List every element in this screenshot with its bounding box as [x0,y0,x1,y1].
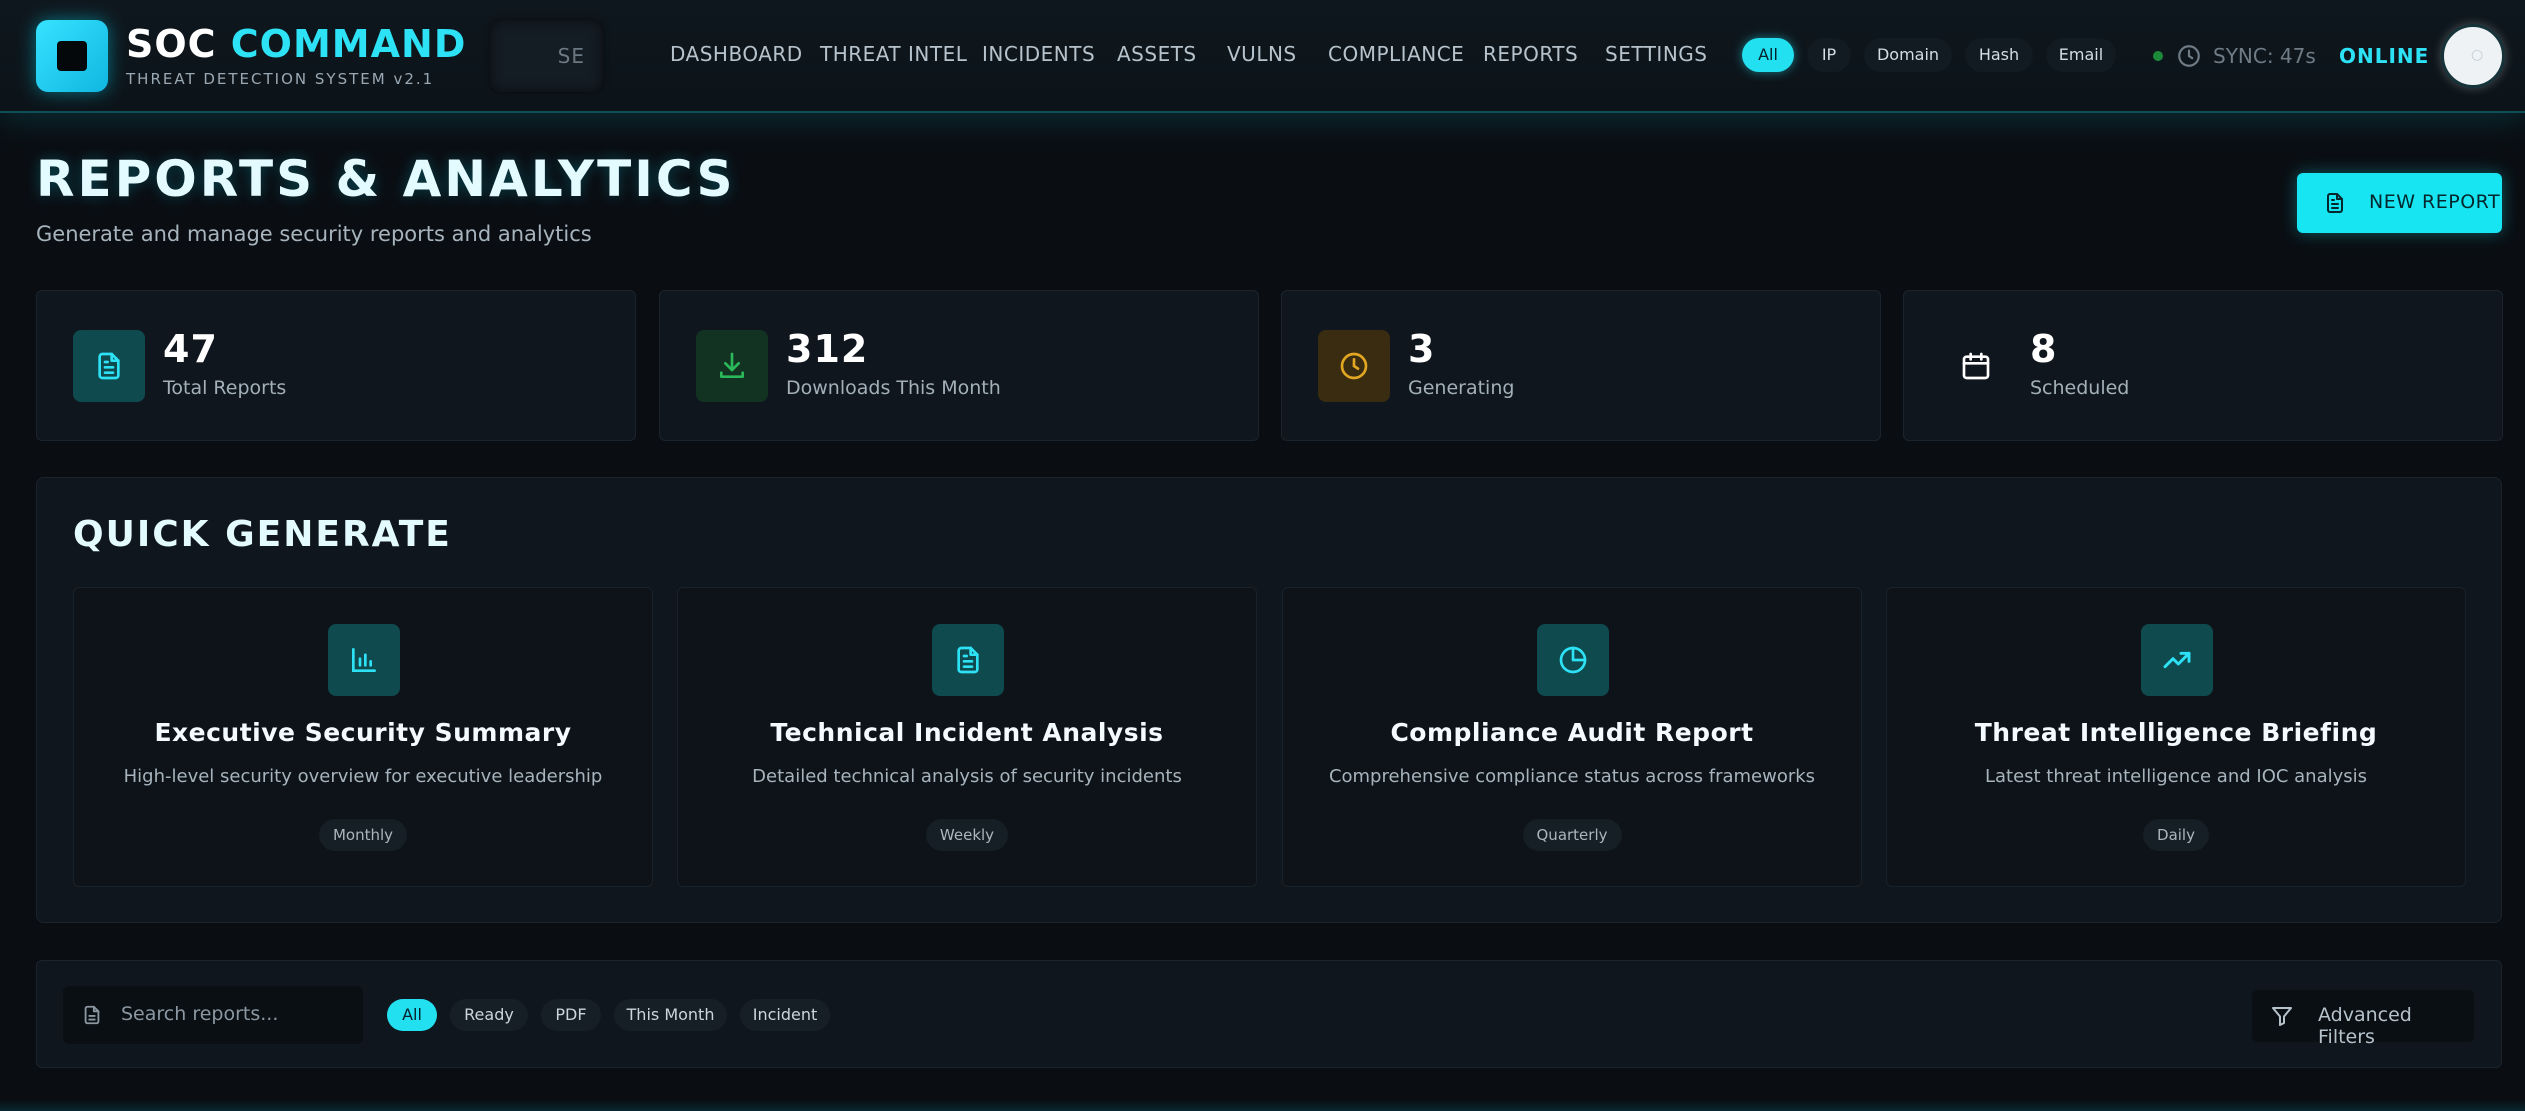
stat-label: Scheduled [2030,377,2130,399]
user-avatar[interactable]: ○ [2441,24,2505,88]
template-card-threat-briefing[interactable]: Threat Intelligence Briefing Latest thre… [1886,587,2466,887]
stat-icon-box [73,330,145,402]
ioc-filter-ip[interactable]: IP [1807,38,1851,72]
report-filter-incident[interactable]: Incident [740,999,830,1031]
frequency-badge: Monthly [318,819,408,851]
report-search-placeholder: Search reports... [121,1003,279,1025]
stat-card-generating: 3 Generating [1281,290,1881,441]
quick-generate-title: QUICK GENERATE [73,514,452,555]
advanced-filters-label: Advanced Filters [2318,1004,2412,1048]
nav-compliance[interactable]: COMPLIANCE [1328,42,1464,66]
frequency-badge: Quarterly [1522,819,1622,851]
template-frequency-wrap: Monthly [74,819,652,851]
report-filter-this-month[interactable]: This Month [614,999,727,1031]
stat-card-downloads: 312 Downloads This Month [659,290,1259,441]
template-description: Detailed technical analysis of security … [752,766,1182,787]
template-card-executive-summary[interactable]: Executive Security Summary High-level se… [73,587,653,887]
template-frequency-wrap: Weekly [678,819,1256,851]
calendar-icon [1962,352,1990,380]
template-icon-box [2141,624,2213,696]
ioc-filter-all[interactable]: All [1742,38,1794,72]
advanced-filters-button[interactable]: Advanced Filters [2252,990,2474,1048]
pie-chart-icon [1559,646,1587,674]
template-description: Comprehensive compliance status across f… [1328,766,1816,787]
stat-value: 312 [786,327,869,371]
template-card-technical-incident[interactable]: Technical Incident Analysis Detailed tec… [677,587,1257,887]
stat-value: 3 [1408,327,1436,371]
filter-icon [2272,1007,2292,1026]
nav-vulns[interactable]: VULNS [1227,42,1297,66]
app-logo[interactable] [36,20,108,92]
clock-icon [2178,45,2200,67]
template-name: Executive Security Summary [154,718,572,747]
template-description: High-level security overview for executi… [123,766,603,787]
page-subtitle: Generate and manage security reports and… [36,222,592,246]
new-report-button[interactable]: NEW REPORT [2297,173,2502,233]
report-filter-all[interactable]: All [387,999,437,1031]
ioc-filter-domain[interactable]: Domain [1864,38,1952,72]
status-indicator-dot [2153,51,2163,61]
stat-value: 8 [2030,327,2058,371]
sync-status: SYNC: 47s [2213,44,2316,68]
brand-title-part2: COMMAND [230,22,467,66]
global-search-input[interactable]: SE [490,20,603,92]
brand-title-part1: SOC [126,22,231,66]
template-icon-box [1537,624,1609,696]
new-report-label: NEW REPORT [2369,191,2501,213]
search-placeholder: SE [557,44,585,68]
document-icon [957,646,979,674]
template-name: Threat Intelligence Briefing [1974,718,2378,747]
document-icon [84,1005,100,1025]
nav-assets[interactable]: ASSETS [1117,42,1197,66]
template-icon-box [932,624,1004,696]
template-description: Latest threat intelligence and IOC analy… [1984,766,2368,787]
frequency-badge: Daily [2143,819,2209,851]
trending-up-icon [2163,651,2191,669]
document-icon [98,352,120,380]
template-frequency-wrap: Quarterly [1283,819,1861,851]
stat-card-scheduled: 8 Scheduled [1903,290,2503,441]
template-icon-box [328,624,400,696]
stat-card-total-reports: 47 Total Reports [36,290,636,441]
bottom-glow [0,1100,2525,1111]
nav-dashboard[interactable]: DASHBOARD [670,42,803,66]
ioc-filter-email[interactable]: Email [2046,38,2116,72]
template-frequency-wrap: Daily [1887,819,2465,851]
nav-settings[interactable]: SETTINGS [1605,42,1707,66]
logo-mark [57,41,87,71]
brand-subtitle: THREAT DETECTION SYSTEM v2.1 [126,70,435,88]
stat-icon-box [1318,330,1390,402]
nav-threat-intel[interactable]: THREAT INTEL [820,42,967,66]
template-name: Technical Incident Analysis [770,718,1164,747]
report-filter-ready[interactable]: Ready [450,999,528,1031]
stat-icon-box [1940,330,2012,402]
brand-title: SOC COMMAND [126,22,466,66]
clock-icon [1340,352,1368,380]
top-navigation-bar: SOC COMMAND THREAT DETECTION SYSTEM v2.1… [0,0,2525,113]
stat-icon-box [696,330,768,402]
stat-label: Generating [1408,377,1515,399]
avatar-placeholder-icon: ○ [2471,47,2484,63]
nav-reports[interactable]: REPORTS [1483,42,1578,66]
stat-label: Downloads This Month [786,377,1001,399]
download-icon [720,352,744,378]
connection-status: ONLINE [2339,44,2430,68]
report-filter-bar: Search reports... All Ready PDF This Mon… [36,960,2502,1068]
document-icon [2327,193,2343,213]
nav-incidents[interactable]: INCIDENTS [982,42,1095,66]
report-filter-pdf[interactable]: PDF [541,999,601,1031]
frequency-badge: Weekly [925,819,1009,851]
template-name: Compliance Audit Report [1390,718,1754,747]
stat-label: Total Reports [163,377,287,399]
template-card-compliance-audit[interactable]: Compliance Audit Report Comprehensive co… [1282,587,1862,887]
report-search-input[interactable]: Search reports... [63,986,363,1044]
ioc-filter-hash[interactable]: Hash [1965,38,2033,72]
page-title: REPORTS & ANALYTICS [36,150,736,208]
bar-chart-icon [352,648,376,672]
stat-value: 47 [163,327,218,371]
quick-generate-panel: QUICK GENERATE Executive Security Summar… [36,477,2502,923]
